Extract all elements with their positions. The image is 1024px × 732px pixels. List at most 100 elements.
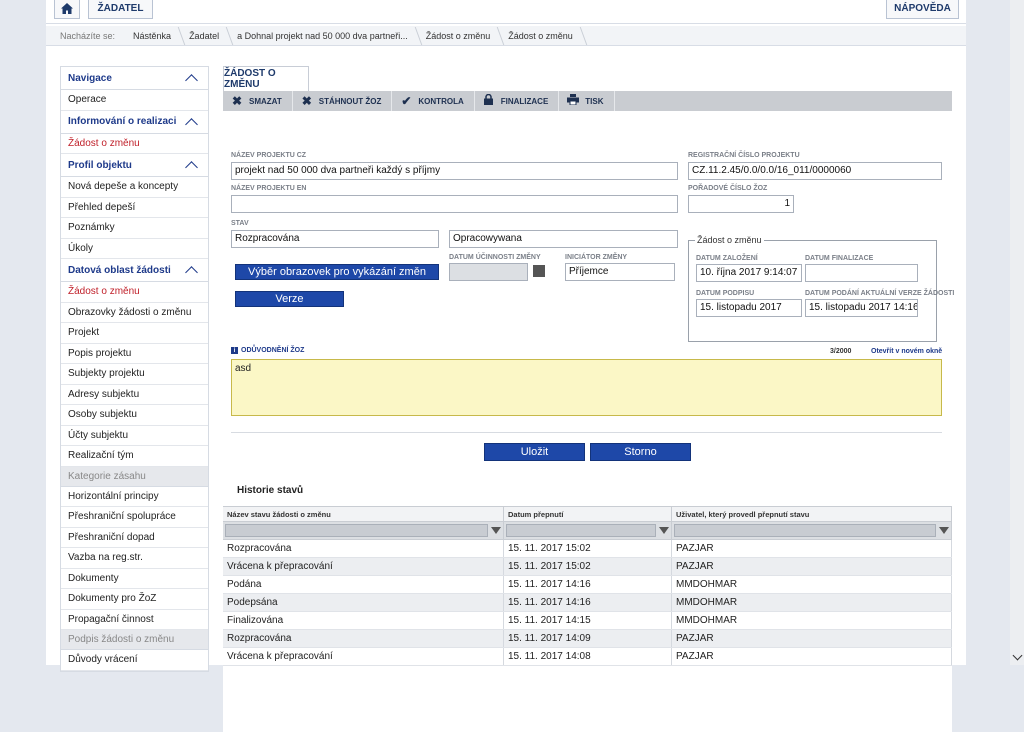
reg-cislo-label: REGISTRAČNÍ ČÍSLO PROJEKTU <box>688 152 800 159</box>
table-row[interactable]: Vrácena k přepracování 15. 11. 2017 15:02… <box>223 558 952 576</box>
sidebar-item[interactable]: Horizontální principy <box>61 487 208 507</box>
nazev-cz-field[interactable]: projekt nad 50 000 dva partneři každý s … <box>231 162 678 180</box>
sidebar-item[interactable]: Subjekty projektu <box>61 364 208 385</box>
filter-icon[interactable] <box>659 527 669 534</box>
breadcrumb-item[interactable]: a Dohnal projekt nad 50 000 dva partneři… <box>229 31 418 41</box>
sidebar-item[interactable]: Přehled depeší <box>61 198 208 218</box>
table-body: Rozpracována 15. 11. 2017 15:02 PAZJAR Vrá… <box>223 540 952 666</box>
download-button[interactable]: ✖ STÁHNOUT ŽOZ <box>293 91 393 111</box>
page-scrollbar[interactable] <box>1010 0 1024 665</box>
table-cell: Finalizována <box>223 612 504 629</box>
datum-podani-field[interactable]: 15. listopadu 2017 14:16:40 <box>805 299 918 317</box>
sidebar-item-operace[interactable]: Operace <box>61 90 208 111</box>
datum-zalozeni-label: DATUM ZALOŽENÍ <box>696 255 758 262</box>
sidebar-item[interactable]: Úkoly <box>61 239 208 259</box>
column-header[interactable]: Název stavu žádosti o změnu <box>223 507 504 521</box>
vyber-obrazovek-button[interactable]: Výběr obrazovek pro vykázání změn <box>235 264 439 280</box>
filter-input[interactable] <box>225 524 488 537</box>
filter-icon[interactable] <box>491 527 501 534</box>
form: NÁZEV PROJEKTU CZ projekt nad 50 000 dva… <box>223 112 954 732</box>
chevron-up-icon[interactable] <box>185 161 198 174</box>
nazev-en-field[interactable] <box>231 195 678 213</box>
chevron-up-icon[interactable] <box>185 266 198 279</box>
home-button[interactable] <box>54 0 80 19</box>
sidebar-item[interactable]: Obrazovky žádosti o změnu <box>61 303 208 323</box>
sidebar-item[interactable]: Přeshraniční dopad <box>61 528 208 548</box>
table-cell: 15. 11. 2017 14:16 <box>504 576 672 593</box>
sidebar-item[interactable]: Propagační činnost <box>61 610 208 630</box>
filter-icon[interactable] <box>939 527 949 534</box>
table-row[interactable]: Podepsána 15. 11. 2017 14:16 MMDOHMAR <box>223 594 952 612</box>
breadcrumb-item[interactable]: Žádost o změnu <box>500 31 583 41</box>
datum-ucinnosti-field[interactable] <box>449 263 528 281</box>
check-button[interactable]: ✔ KONTROLA <box>392 91 475 111</box>
reg-cislo-field[interactable]: CZ.11.2.45/0.0/0.0/16_011/0000060 <box>688 162 942 180</box>
finalize-button[interactable]: FINALIZACE <box>475 91 560 111</box>
sidebar-item[interactable]: Účty subjektu <box>61 426 208 446</box>
table-cell: 15. 11. 2017 14:09 <box>504 630 672 647</box>
column-header[interactable]: Uživatel, který provedl přepnutí stavu <box>672 507 952 521</box>
table-row[interactable]: Vrácena k přepracování 15. 11. 2017 14:08… <box>223 648 952 666</box>
lock-icon <box>483 93 495 108</box>
stav-pl-field[interactable]: Opracowywana <box>449 230 678 248</box>
sidebar-item[interactable]: Přeshraniční spolupráce <box>61 507 208 528</box>
sidebar-item[interactable]: Vazba na reg.str. <box>61 548 208 569</box>
datum-zalozeni-field[interactable]: 10. října 2017 9:14:07 <box>696 264 802 282</box>
column-header[interactable]: Datum přepnutí <box>504 507 672 521</box>
filter-cell <box>504 522 672 539</box>
zadatel-button[interactable]: ŽADATEL <box>88 0 153 19</box>
table-cell: PAZJAR <box>672 648 952 665</box>
breadcrumb-item[interactable]: Nástěnka <box>125 31 181 41</box>
sidebar-item-active[interactable]: Žádost o změnu <box>61 282 208 303</box>
poradove-cislo-field[interactable]: 1 <box>688 195 794 213</box>
calendar-icon[interactable] <box>533 265 545 277</box>
tab-zadost-o-zmenu[interactable]: ŽÁDOST O ZMĚNU <box>223 66 309 91</box>
help-button[interactable]: NÁPOVĚDA <box>886 0 959 19</box>
delete-label: SMAZAT <box>249 96 282 106</box>
chevron-up-icon[interactable] <box>185 117 198 131</box>
sidebar-item[interactable]: Dokumenty pro ŽoZ <box>61 589 208 610</box>
table-cell: PAZJAR <box>672 630 952 647</box>
table-row[interactable]: Rozpracována 15. 11. 2017 14:09 PAZJAR <box>223 630 952 648</box>
table-row[interactable]: Rozpracována 15. 11. 2017 15:02 PAZJAR <box>223 540 952 558</box>
filter-input[interactable] <box>506 524 656 537</box>
sidebar-section-informovani[interactable]: Informování o realizaci <box>61 110 208 134</box>
breadcrumb-item[interactable]: Žadatel <box>181 31 229 41</box>
datum-finalizace-field[interactable] <box>805 264 918 282</box>
chevron-down-icon[interactable] <box>1012 650 1023 661</box>
print-label: TISK <box>585 96 604 106</box>
print-button[interactable]: TISK <box>559 91 615 111</box>
cancel-button[interactable]: Storno <box>590 443 691 461</box>
sidebar-item-zadost-o-zmenu[interactable]: Žádost o změnu <box>61 134 208 154</box>
chevron-up-icon[interactable] <box>185 74 198 87</box>
table-row[interactable]: Finalizována 15. 11. 2017 14:15 MMDOHMAR <box>223 612 952 630</box>
table-row[interactable]: Podána 15. 11. 2017 14:16 MMDOHMAR <box>223 576 952 594</box>
iniciator-label: INICIÁTOR ZMĚNY <box>565 254 628 261</box>
filter-input[interactable] <box>674 524 936 537</box>
sidebar-item[interactable]: Dokumenty <box>61 569 208 589</box>
sidebar-section-navigace[interactable]: Navigace <box>61 67 208 90</box>
sidebar-item[interactable]: Důvody vrácení <box>61 650 208 671</box>
sidebar-section-datova-oblast[interactable]: Datová oblast žádosti <box>61 259 208 282</box>
oduvodneni-textarea[interactable]: asd <box>231 359 942 416</box>
verze-button[interactable]: Verze <box>235 291 344 307</box>
sidebar-item[interactable]: Nová depeše a koncepty <box>61 177 208 198</box>
sidebar-item[interactable]: Realizační tým <box>61 446 208 467</box>
open-new-window-link[interactable]: Otevřít v novém okně <box>871 348 942 355</box>
iniciator-field[interactable]: Příjemce <box>565 263 675 281</box>
breadcrumb-item[interactable]: Žádost o změnu <box>418 31 501 41</box>
sidebar-section-profil[interactable]: Profil objektu <box>61 154 208 177</box>
char-counter: 3/2000 <box>830 348 852 355</box>
datum-ucinnosti-label: DATUM ÚČINNOSTI ZMĚNY <box>449 254 541 261</box>
stav-cz-field[interactable]: Rozpracována <box>231 230 439 248</box>
check-label: KONTROLA <box>418 96 464 106</box>
sidebar-item[interactable]: Poznámky <box>61 218 208 239</box>
datum-podpisu-field[interactable]: 15. listopadu 2017 <box>696 299 802 317</box>
sidebar-item[interactable]: Projekt <box>61 323 208 344</box>
sidebar-item[interactable]: Adresy subjektu <box>61 385 208 405</box>
delete-button[interactable]: ✖ SMAZAT <box>223 91 293 111</box>
sidebar-item[interactable]: Osoby subjektu <box>61 405 208 426</box>
sidebar-item[interactable]: Popis projektu <box>61 344 208 364</box>
save-button[interactable]: Uložit <box>484 443 585 461</box>
table-cell: 15. 11. 2017 14:15 <box>504 612 672 629</box>
